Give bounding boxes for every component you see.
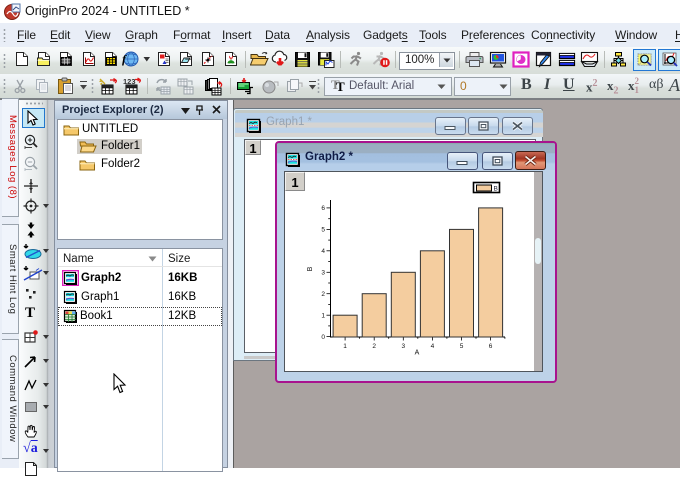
svg-text:5: 5 bbox=[321, 227, 325, 234]
svg-text:1: 1 bbox=[321, 313, 325, 320]
svg-text:2: 2 bbox=[321, 291, 325, 298]
svg-text:2: 2 bbox=[372, 343, 376, 350]
svg-text:B: B bbox=[494, 186, 498, 193]
svg-text:5: 5 bbox=[460, 343, 464, 350]
svg-text:4: 4 bbox=[321, 248, 325, 255]
svg-text:3: 3 bbox=[321, 270, 325, 277]
svg-text:1: 1 bbox=[343, 343, 347, 350]
svg-text:3: 3 bbox=[401, 343, 405, 350]
svg-text:6: 6 bbox=[321, 205, 325, 212]
svg-text:A: A bbox=[415, 350, 420, 357]
svg-text:6: 6 bbox=[489, 343, 493, 350]
svg-text:0: 0 bbox=[321, 334, 325, 341]
svg-text:B: B bbox=[307, 266, 314, 271]
svg-text:4: 4 bbox=[431, 343, 435, 350]
